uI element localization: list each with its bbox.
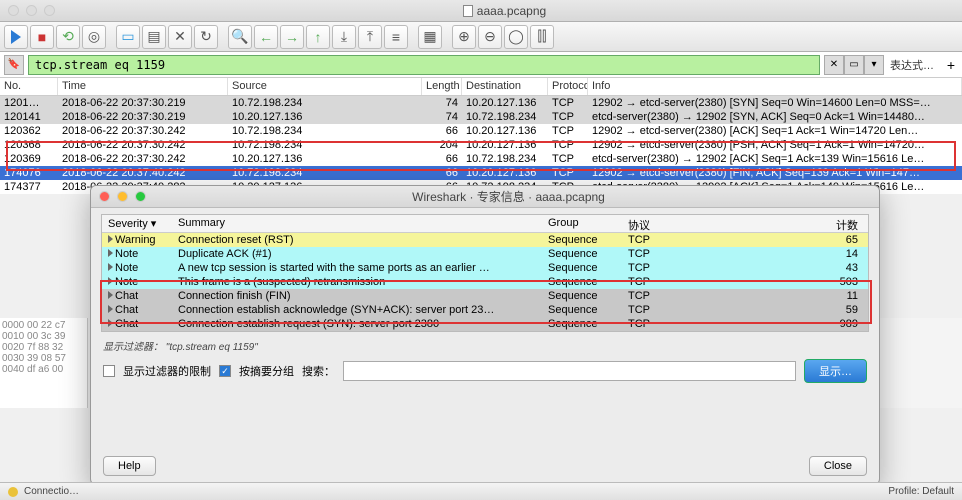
bookmark-icon[interactable]: 🔖	[4, 55, 24, 75]
right-gutter	[880, 318, 962, 408]
window-title: aaaa.pcapng	[477, 4, 546, 18]
colorize-icon[interactable]: ▦	[418, 25, 442, 49]
zoom-reset-icon[interactable]: ◯	[504, 25, 528, 49]
packet-list-header[interactable]: No. Time Source Length Destination Proto…	[0, 78, 962, 96]
doc-icon	[463, 5, 473, 17]
help-button[interactable]: Help	[103, 456, 156, 476]
packet-row[interactable]: 1201…2018-06-22 20:37:30.21910.72.198.23…	[0, 96, 962, 110]
clear-filter-icon[interactable]: ✕	[824, 55, 844, 75]
stop-capture-icon[interactable]: ■	[30, 25, 54, 49]
packet-row[interactable]: 1203622018-06-22 20:37:30.24210.72.198.2…	[0, 124, 962, 138]
start-capture-icon[interactable]	[4, 25, 28, 49]
apply-filter-icon[interactable]: ▭	[844, 55, 864, 75]
main-toolbar: ■ ⟲ ◎ ▭ ▤ ✕ ↻ 🔍 ← → ↑ ⤓ ⤒ ≡ ▦ ⊕ ⊖ ◯ ⫿⫿	[0, 22, 962, 52]
autoscroll-icon[interactable]: ≡	[384, 25, 408, 49]
expert-search-input[interactable]	[343, 361, 796, 381]
expert-row[interactable]: ChatConnection establish acknowledge (SY…	[102, 303, 868, 317]
dialog-title: Wireshark · 专家信息 · aaaa.pcapng	[146, 188, 871, 205]
window-controls[interactable]	[8, 5, 55, 16]
packet-row[interactable]: 1740762018-06-22 20:37:40.24210.72.198.2…	[0, 166, 962, 180]
expert-row[interactable]: ChatConnection finish (FIN)SequenceTCP11	[102, 289, 868, 303]
display-filter-input[interactable]	[28, 55, 820, 75]
packet-row[interactable]: 1203692018-06-22 20:37:30.24210.20.127.1…	[0, 152, 962, 166]
expert-row[interactable]: NoteDuplicate ACK (#1)SequenceTCP14	[102, 247, 868, 261]
packet-row[interactable]: 1201412018-06-22 20:37:30.21910.20.127.1…	[0, 110, 962, 124]
expert-info-dialog: Wireshark · 专家信息 · aaaa.pcapng Severity …	[90, 185, 880, 485]
hex-view[interactable]: 0000 00 22 c7 0010 00 3c 39 0020 7f 88 3…	[0, 318, 88, 408]
dialog-window-controls[interactable]	[99, 191, 146, 202]
last-icon[interactable]: ⤒	[358, 25, 382, 49]
limit-checkbox[interactable]	[103, 365, 115, 377]
reload-icon[interactable]: ↻	[194, 25, 218, 49]
titlebar: aaaa.pcapng	[0, 0, 962, 22]
expert-table[interactable]: Severity ▾ Summary Group 协议 计数 WarningCo…	[101, 214, 869, 332]
close-file-icon[interactable]: ✕	[168, 25, 192, 49]
packet-row[interactable]: 1203682018-06-22 20:37:30.24210.72.198.2…	[0, 138, 962, 152]
expert-row[interactable]: NoteThis frame is a (suspected) retransm…	[102, 275, 868, 289]
restart-capture-icon[interactable]: ⟲	[56, 25, 80, 49]
show-button[interactable]: 显示…	[804, 359, 867, 383]
recent-filter-icon[interactable]: ▾	[864, 55, 884, 75]
add-tab-button[interactable]: +	[940, 57, 962, 73]
expression-button[interactable]: 表达式…	[884, 57, 940, 73]
group-checkbox[interactable]: ✓	[219, 365, 231, 377]
close-button[interactable]: Close	[809, 456, 867, 476]
expert-row[interactable]: NoteA new tcp session is started with th…	[102, 261, 868, 275]
status-bar: Connectio… Profile: Default	[0, 482, 962, 500]
resize-cols-icon[interactable]: ⫿⫿	[530, 25, 554, 49]
forward-icon[interactable]: →	[280, 25, 304, 49]
first-icon[interactable]: ⤓	[332, 25, 356, 49]
save-icon[interactable]: ▤	[142, 25, 166, 49]
expert-row[interactable]: ChatConnection establish request (SYN): …	[102, 317, 868, 331]
status-dot-icon	[8, 487, 18, 497]
packet-list[interactable]: 1201…2018-06-22 20:37:30.21910.72.198.23…	[0, 96, 962, 194]
filter-bar: 🔖 ✕ ▭ ▾ 表达式… +	[0, 52, 962, 78]
zoom-out-icon[interactable]: ⊖	[478, 25, 502, 49]
back-icon[interactable]: ←	[254, 25, 278, 49]
jump-icon[interactable]: ↑	[306, 25, 330, 49]
expert-row[interactable]: WarningConnection reset (RST)SequenceTCP…	[102, 233, 868, 247]
zoom-in-icon[interactable]: ⊕	[452, 25, 476, 49]
open-icon[interactable]: ▭	[116, 25, 140, 49]
find-icon[interactable]: 🔍	[228, 25, 252, 49]
options-icon[interactable]: ◎	[82, 25, 106, 49]
